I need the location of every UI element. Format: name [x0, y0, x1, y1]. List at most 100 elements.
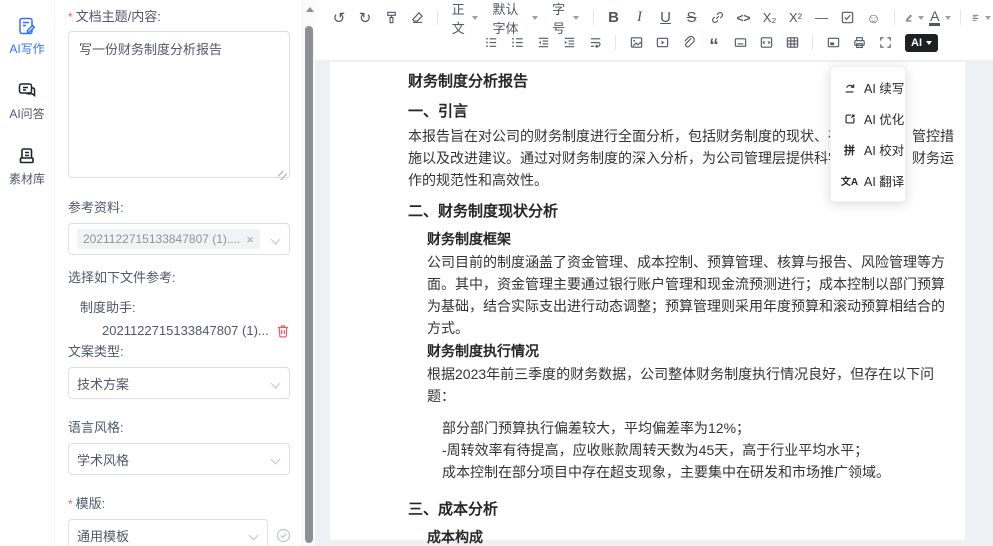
italic-button[interactable]: I [628, 6, 652, 29]
ai-continue-icon [842, 81, 857, 95]
doc-type-select[interactable]: 技术方案 [68, 367, 290, 399]
undo-button[interactable]: ↺ [327, 6, 351, 29]
toolbar-row-1: ↺ ↻ 正文 默认字体 [315, 5, 993, 30]
paragraph-style-dropdown[interactable]: 正文 [446, 6, 485, 29]
ordered-list-icon[interactable] [505, 31, 529, 54]
reference-file-chip: 2021122715133847807 (1).... × [77, 229, 260, 249]
ai-menu-item-proofread[interactable]: 拼 AI 校对 [831, 134, 905, 165]
blockquote-icon[interactable]: “ [702, 31, 726, 54]
caret-down-icon [985, 16, 991, 20]
inline-code-button[interactable]: <> [732, 6, 756, 29]
align-dropdown[interactable] [969, 6, 993, 29]
selected-file-row: 2021122715133847807 (1).... [68, 323, 290, 338]
font-color-dropdown[interactable]: A [928, 6, 952, 29]
format-painter-icon[interactable] [379, 6, 403, 29]
topic-label: *文档主题/内容: [68, 8, 290, 26]
doc-paragraph: 根据2023年前三季度的财务数据，公司整体财务制度执行情况良好，但存在以下问题： [408, 363, 957, 407]
panel-scrollbar[interactable] [302, 0, 315, 546]
bullet-list-icon[interactable] [479, 31, 503, 54]
required-asterisk: * [68, 497, 73, 511]
style-label: 语言风格: [68, 419, 290, 437]
doc-list-line: -周转效率有待提高，应收账款周转天数为45天，高于行业平均水平； [408, 439, 957, 461]
required-asterisk: * [68, 10, 73, 24]
caret-down-icon [573, 16, 579, 20]
doc-list-line: 成本控制在部分项目中存在超支现象，主要集中在研发和市场推广领域。 [408, 461, 957, 483]
delete-file-icon[interactable] [276, 324, 290, 338]
attachment-icon[interactable] [676, 31, 700, 54]
divider-block-icon[interactable] [728, 31, 752, 54]
style-select[interactable]: 学术风格 [68, 443, 290, 475]
emoji-icon[interactable]: ☺ [862, 6, 886, 29]
task-checkbox-icon[interactable] [836, 6, 860, 29]
scroll-up-arrow-icon[interactable] [306, 7, 314, 12]
ai-dropdown-menu: AI 续写 AI 优化 拼 AI 校对 文A AI 翻译 [830, 66, 906, 202]
toolbar-separator [615, 35, 616, 50]
doc-subheading: 财务制度框架 [408, 229, 957, 249]
textarea-resize-handle[interactable] [278, 171, 287, 180]
line-break-icon[interactable] [583, 31, 607, 54]
horizontal-rule-button[interactable]: — [810, 6, 834, 29]
reference-label: 参考资料: [68, 199, 290, 217]
file-select-label: 选择如下文件参考: [68, 269, 290, 287]
file-group-label: 制度助手: [68, 297, 290, 316]
font-family-dropdown[interactable]: 默认字体 [486, 6, 544, 29]
ai-menu-button[interactable]: AI [905, 34, 938, 52]
reference-select[interactable]: 2021122715133847807 (1).... × [68, 223, 290, 255]
underline-button[interactable]: U [654, 6, 678, 29]
redo-button[interactable]: ↻ [353, 6, 377, 29]
library-icon [17, 146, 37, 166]
chat-icon [17, 81, 37, 101]
toolbar-separator [960, 10, 961, 25]
selected-file-name: 2021122715133847807 (1).... [102, 323, 270, 338]
app-root: AI写作 AI问答 素材库 [0, 0, 993, 546]
embed-frame-icon[interactable] [821, 31, 845, 54]
ai-optimize-icon [842, 112, 857, 126]
superscript-button[interactable]: X² [784, 6, 808, 29]
insert-table-icon[interactable] [780, 31, 804, 54]
fullscreen-icon[interactable] [873, 31, 897, 54]
caret-down-icon [918, 16, 924, 20]
doc-subheading: 财务制度执行情况 [408, 341, 957, 361]
toolbar-separator [593, 10, 594, 25]
doc-paragraph: 公司目前的制度涵盖了资金管理、成本控制、预算管理、核算与报告、风险管理等方面。其… [408, 251, 957, 339]
code-block-icon[interactable] [754, 31, 778, 54]
doc-type-label: 文案类型: [68, 343, 290, 361]
insert-image-icon[interactable] [624, 31, 648, 54]
ai-writing-icon [17, 16, 37, 36]
ai-menu-item-continue[interactable]: AI 续写 [831, 72, 905, 103]
insert-video-icon[interactable] [650, 31, 674, 54]
doc-heading: 三、成本分析 [408, 498, 957, 519]
form-panel: *文档主题/内容: 写一份财务制度分析报告 参考资料: 202112271513… [56, 0, 302, 546]
strikethrough-button[interactable]: S [680, 6, 704, 29]
scrollbar-thumb[interactable] [305, 26, 313, 543]
chevron-down-icon [271, 455, 281, 465]
highlight-color-dropdown[interactable] [902, 6, 926, 29]
template-label: *模版: [68, 495, 290, 513]
subscript-button[interactable]: X₂ [758, 6, 782, 29]
nav-item-material-library[interactable]: 素材库 [0, 146, 54, 187]
eraser-icon[interactable] [405, 6, 429, 29]
toolbar-separator [894, 10, 895, 25]
doc-subheading: 成本构成 [408, 527, 957, 546]
template-select[interactable]: 通用模板 [68, 519, 268, 546]
ai-menu-item-optimize[interactable]: AI 优化 [831, 103, 905, 134]
doc-list-line: 部分部门预算执行偏差较大，平均偏差率为12%； [408, 417, 957, 439]
chip-remove-icon[interactable]: × [246, 233, 254, 246]
nav-item-ai-writing[interactable]: AI写作 [0, 16, 54, 57]
ai-menu-item-translate[interactable]: 文A AI 翻译 [831, 165, 905, 196]
print-icon[interactable] [847, 31, 871, 54]
nav-item-ai-qa[interactable]: AI问答 [0, 81, 54, 122]
link-icon[interactable] [706, 6, 730, 29]
topic-textarea[interactable]: 写一份财务制度分析报告 [68, 31, 290, 178]
chevron-down-icon [249, 531, 259, 541]
chevron-down-icon [271, 235, 281, 245]
editor-toolbar: ↺ ↻ 正文 默认字体 [315, 0, 993, 60]
nav-item-label: 素材库 [9, 170, 45, 187]
doc-heading: 二、财务制度现状分析 [408, 200, 957, 221]
indent-icon[interactable] [557, 31, 581, 54]
bold-button[interactable]: B [602, 6, 626, 29]
outdent-icon[interactable] [531, 31, 555, 54]
toolbar-separator [437, 10, 438, 25]
nav-item-label: AI写作 [9, 40, 44, 57]
font-size-dropdown[interactable]: 字号 [546, 6, 585, 29]
